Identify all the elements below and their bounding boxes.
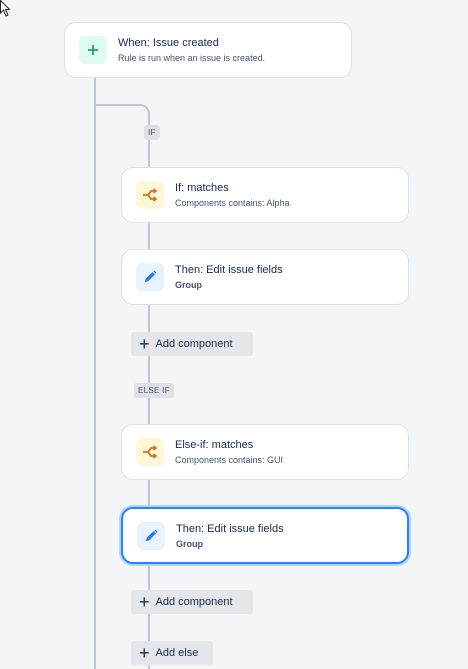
- plus-icon: +: [139, 334, 150, 354]
- if-condition-subtitle: Components contains: Alpha: [175, 198, 290, 208]
- add-component-label: Add component: [155, 596, 233, 608]
- mouse-cursor-icon: [0, 0, 10, 17]
- add-component-button[interactable]: + Add component: [131, 332, 253, 356]
- else-if-action-card[interactable]: Then: Edit issue fields Group: [121, 507, 409, 564]
- plus-icon: [79, 36, 107, 64]
- else-if-condition-subtitle: Components contains: GUI: [175, 455, 284, 465]
- branch-icon: [136, 181, 164, 209]
- add-else-label: Add else: [155, 647, 199, 659]
- plus-icon: +: [139, 592, 150, 612]
- else-if-action-subtitle: Group: [176, 538, 203, 549]
- trigger-subtitle: Rule is run when an issue is created.: [118, 53, 266, 63]
- if-action-title: Then: Edit issue fields: [175, 264, 283, 276]
- if-tag: IF: [144, 125, 160, 140]
- trigger-title: When: Issue created: [118, 37, 219, 49]
- pencil-icon: [137, 521, 165, 550]
- else-if-tag: ELSE IF: [134, 383, 174, 398]
- add-else-button[interactable]: + Add else: [131, 641, 213, 665]
- if-condition-card[interactable]: If: matches Components contains: Alpha: [121, 167, 409, 223]
- branch-icon: [136, 438, 164, 466]
- if-condition-title: If: matches: [175, 182, 229, 194]
- else-if-condition-card[interactable]: Else-if: matches Components contains: GU…: [121, 424, 409, 480]
- if-action-card[interactable]: Then: Edit issue fields Group: [121, 249, 409, 305]
- else-if-condition-title: Else-if: matches: [175, 439, 254, 451]
- if-action-subtitle: Group: [175, 280, 202, 290]
- else-if-action-title: Then: Edit issue fields: [176, 522, 284, 535]
- plus-icon: +: [139, 643, 150, 663]
- branch-connector-corner: [94, 104, 150, 124]
- trigger-card[interactable]: When: Issue created Rule is run when an …: [64, 22, 352, 78]
- add-component-button[interactable]: + Add component: [131, 590, 253, 614]
- pencil-icon: [136, 263, 164, 291]
- add-component-label: Add component: [155, 338, 233, 350]
- main-connector-line: [94, 78, 96, 669]
